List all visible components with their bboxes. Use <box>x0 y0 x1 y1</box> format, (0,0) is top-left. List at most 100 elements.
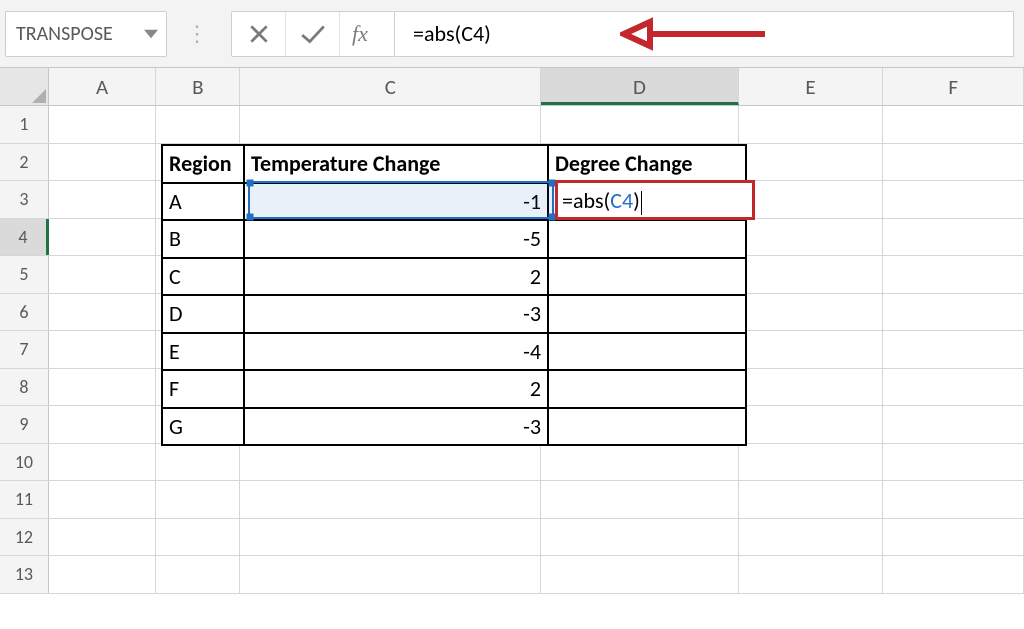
name-box-input[interactable] <box>6 12 136 56</box>
cell-D13[interactable] <box>541 556 738 593</box>
table-cell-temp[interactable]: -4 <box>244 333 548 371</box>
cell-E10[interactable] <box>739 444 884 481</box>
cell-D1[interactable] <box>541 106 738 143</box>
name-box-dropdown-button[interactable] <box>136 12 166 56</box>
cell-A11[interactable] <box>49 481 156 518</box>
cell-A13[interactable] <box>49 556 156 593</box>
cell-E2[interactable] <box>739 144 884 181</box>
cell-F8[interactable] <box>883 369 1024 406</box>
row-header-4[interactable]: 4 <box>0 219 49 256</box>
col-header-F[interactable]: F <box>883 68 1024 105</box>
cell-A9[interactable] <box>49 406 156 443</box>
cell-C1[interactable] <box>240 106 541 143</box>
insert-function-button[interactable]: fx <box>340 12 394 56</box>
cell-F2[interactable] <box>883 144 1024 181</box>
cell-C13[interactable] <box>240 556 541 593</box>
cell-A2[interactable] <box>49 144 156 181</box>
table-cell-degree[interactable] <box>548 258 746 296</box>
table-cell-degree[interactable] <box>548 220 746 258</box>
cell-F7[interactable] <box>883 331 1024 368</box>
cell-B12[interactable] <box>156 519 240 556</box>
cell-E5[interactable] <box>739 256 884 293</box>
row-header-10[interactable]: 10 <box>0 444 49 481</box>
cell-C11[interactable] <box>240 481 541 518</box>
row-header-5[interactable]: 5 <box>0 256 49 293</box>
row-header-12[interactable]: 12 <box>0 519 49 556</box>
cell-D12[interactable] <box>541 519 738 556</box>
table-cell-region[interactable]: C <box>162 258 244 296</box>
col-header-E[interactable]: E <box>739 68 884 105</box>
col-header-B[interactable]: B <box>156 68 240 105</box>
table-cell-temp[interactable]: -1 <box>244 183 548 221</box>
cell-F6[interactable] <box>883 294 1024 331</box>
table-cell-degree[interactable] <box>548 370 746 408</box>
cell-E7[interactable] <box>739 331 884 368</box>
cell-C12[interactable] <box>240 519 541 556</box>
cell-F9[interactable] <box>883 406 1024 443</box>
row-header-11[interactable]: 11 <box>0 481 49 518</box>
cell-F1[interactable] <box>883 106 1024 143</box>
row-header-7[interactable]: 7 <box>0 331 49 368</box>
cell-B10[interactable] <box>156 444 240 481</box>
row-header-9[interactable]: 9 <box>0 406 49 443</box>
table-cell-region[interactable]: A <box>162 183 244 221</box>
cell-F11[interactable] <box>883 481 1024 518</box>
col-header-C[interactable]: C <box>240 68 541 105</box>
spreadsheet-grid[interactable]: A B C D E F 12345678910111213 Region Tem… <box>0 68 1024 629</box>
table-cell-region[interactable]: E <box>162 333 244 371</box>
cell-A6[interactable] <box>49 294 156 331</box>
cell-B1[interactable] <box>156 106 240 143</box>
row-header-6[interactable]: 6 <box>0 294 49 331</box>
cell-F10[interactable] <box>883 444 1024 481</box>
cell-A5[interactable] <box>49 256 156 293</box>
cell-E12[interactable] <box>739 519 884 556</box>
table-cell-degree[interactable] <box>548 295 746 333</box>
row-header-13[interactable]: 13 <box>0 556 49 593</box>
cell-A8[interactable] <box>49 369 156 406</box>
cell-E11[interactable] <box>739 481 884 518</box>
cell-E8[interactable] <box>739 369 884 406</box>
cell-F3[interactable] <box>883 181 1024 218</box>
table-cell-temp[interactable]: 2 <box>244 258 548 296</box>
select-all-corner[interactable] <box>0 68 49 105</box>
cell-B13[interactable] <box>156 556 240 593</box>
row-header-8[interactable]: 8 <box>0 369 49 406</box>
cell-F12[interactable] <box>883 519 1024 556</box>
table-cell-degree[interactable] <box>548 408 746 446</box>
cell-A12[interactable] <box>49 519 156 556</box>
table-cell-temp[interactable]: -5 <box>244 220 548 258</box>
table-cell-degree[interactable] <box>548 333 746 371</box>
table-cell-region[interactable]: F <box>162 370 244 408</box>
table-cell-temp[interactable]: 2 <box>244 370 548 408</box>
cell-E3[interactable] <box>739 181 884 218</box>
cell-F5[interactable] <box>883 256 1024 293</box>
cell-F4[interactable] <box>883 219 1024 256</box>
cell-A3[interactable] <box>49 181 156 218</box>
col-header-D[interactable]: D <box>541 68 738 105</box>
cell-A10[interactable] <box>49 444 156 481</box>
table-cell-temp[interactable]: -3 <box>244 408 548 446</box>
col-header-A[interactable]: A <box>49 68 156 105</box>
cell-F13[interactable] <box>883 556 1024 593</box>
cell-E9[interactable] <box>739 406 884 443</box>
table-cell-region[interactable]: D <box>162 295 244 333</box>
cell-A4[interactable] <box>49 219 156 256</box>
active-cell-editor[interactable]: =abs(C4) <box>555 180 755 220</box>
cell-E1[interactable] <box>739 106 884 143</box>
cell-E4[interactable] <box>739 219 884 256</box>
table-cell-temp[interactable]: -3 <box>244 295 548 333</box>
cell-A7[interactable] <box>49 331 156 368</box>
cell-C10[interactable] <box>240 444 541 481</box>
formula-input[interactable] <box>395 11 1014 57</box>
confirm-formula-button[interactable] <box>286 12 340 56</box>
cell-D11[interactable] <box>541 481 738 518</box>
row-header-1[interactable]: 1 <box>0 106 49 143</box>
table-cell-region[interactable]: B <box>162 220 244 258</box>
table-cell-region[interactable]: G <box>162 408 244 446</box>
cell-B11[interactable] <box>156 481 240 518</box>
cancel-formula-button[interactable] <box>232 12 286 56</box>
cell-A1[interactable] <box>49 106 156 143</box>
row-header-2[interactable]: 2 <box>0 144 49 181</box>
cell-E13[interactable] <box>739 556 884 593</box>
row-header-3[interactable]: 3 <box>0 181 49 218</box>
